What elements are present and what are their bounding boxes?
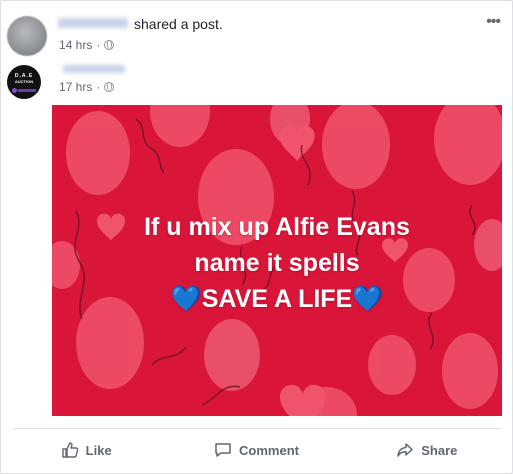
share-button[interactable]: Share <box>342 433 512 467</box>
original-time-label[interactable]: 17 hrs <box>59 80 92 94</box>
sharer-timestamp[interactable]: 14 hrs · <box>59 38 115 52</box>
avatar-bar <box>18 89 36 92</box>
like-button[interactable]: Like <box>1 433 171 467</box>
post-actions: Like Comment Share <box>1 433 512 467</box>
actions-divider <box>13 428 500 429</box>
separator: · <box>96 80 101 94</box>
blue-heart-icon: 💙 <box>170 285 202 313</box>
post-image[interactable]: If u mix up Alfie Evans name it spells 💙… <box>52 105 502 416</box>
sharer-time-label[interactable]: 14 hrs <box>59 38 92 52</box>
caption-line-3-text: SAVE A LIFE <box>201 285 353 313</box>
avatar-dot <box>12 88 17 93</box>
share-icon <box>397 443 413 457</box>
caption-line-2: name it spells <box>194 249 360 277</box>
comment-button[interactable]: Comment <box>171 433 341 467</box>
caption-line-1: If u mix up Alfie Evans <box>144 213 410 241</box>
more-options-icon[interactable]: ••• <box>486 13 501 31</box>
comment-label: Comment <box>239 442 299 458</box>
share-label: Share <box>421 442 458 458</box>
original-timestamp[interactable]: 17 hrs · <box>59 80 115 94</box>
globe-icon <box>104 82 115 92</box>
separator: · <box>96 38 101 52</box>
original-poster-avatar[interactable]: D.A.E AUCTION <box>7 65 41 99</box>
original-poster-name-blurred[interactable] <box>63 65 125 73</box>
caption-line-3: 💙SAVE A LIFE💙 <box>52 281 502 317</box>
shared-text: shared a post. <box>134 16 223 32</box>
avatar-text-bottom: AUCTION <box>14 79 34 84</box>
post-card: shared a post. 14 hrs · ••• D.A.E AUCTIO… <box>0 0 513 474</box>
globe-icon <box>104 40 115 50</box>
comment-icon <box>215 443 231 457</box>
like-label: Like <box>85 442 112 458</box>
sharer-name-blurred[interactable] <box>58 18 128 28</box>
like-icon <box>61 442 79 458</box>
image-caption: If u mix up Alfie Evans name it spells 💙… <box>52 209 502 317</box>
sharer-avatar[interactable] <box>7 16 47 56</box>
blue-heart-icon: 💙 <box>352 285 384 313</box>
